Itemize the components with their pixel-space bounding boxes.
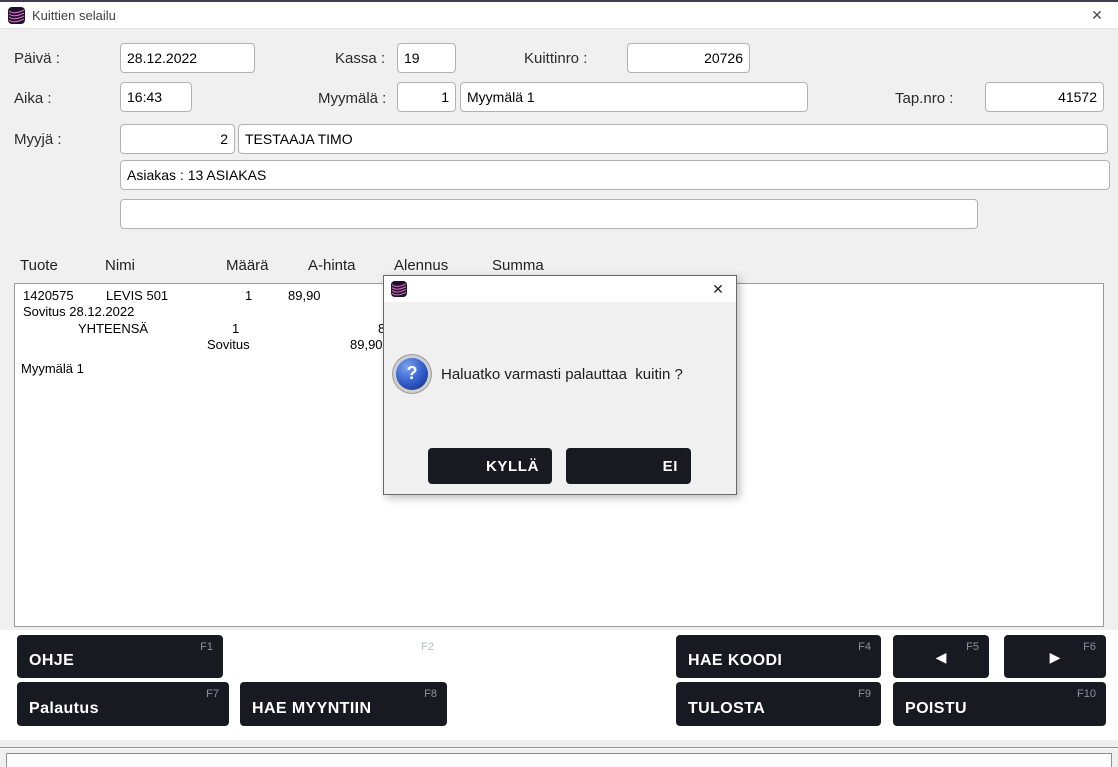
aika-input[interactable] <box>120 82 192 112</box>
fkey-f6: F6 <box>1083 641 1096 653</box>
palautus-button[interactable]: Palautus F7 <box>17 682 229 726</box>
col-header-alennus: Alennus <box>394 257 448 274</box>
myyja-label: Myyjä : <box>14 131 62 148</box>
fkey-f10: F10 <box>1077 688 1096 700</box>
prev-receipt-button[interactable]: ◀ F5 <box>893 635 989 678</box>
poistu-button[interactable]: POISTU F10 <box>893 682 1106 726</box>
title-bar: Kuittien selailu ✕ <box>0 2 1118 29</box>
dialog-close-icon[interactable]: ✕ <box>708 279 728 299</box>
ohje-button[interactable]: OHJE F1 <box>17 635 223 678</box>
fkey-f9: F9 <box>858 688 871 700</box>
extra-input[interactable] <box>120 199 978 229</box>
cell-store-name: Myymälä 1 <box>21 361 84 376</box>
fkey-f8: F8 <box>424 688 437 700</box>
cell-product-code: 1420575 <box>23 288 74 303</box>
yes-button[interactable]: KYLLÄ <box>428 448 552 484</box>
kuittinro-input[interactable] <box>627 43 750 73</box>
confirm-return-dialog: ✕ ? Haluatko varmasti palauttaa kuitin ?… <box>383 275 737 495</box>
cell-sovitus-amount: 89,90 <box>350 337 383 352</box>
myymala-name-input[interactable] <box>460 82 808 112</box>
dialog-app-logo-icon <box>391 281 407 297</box>
cell-sovitus-date: Sovitus 28.12.2022 <box>23 304 134 319</box>
col-header-nimi: Nimi <box>105 257 135 274</box>
paiva-input[interactable] <box>120 43 255 73</box>
tapnro-label: Tap.nro : <box>895 90 953 107</box>
next-receipt-button[interactable]: ▶ F6 <box>1004 635 1106 678</box>
aika-label: Aika : <box>14 90 52 107</box>
hae-koodi-button[interactable]: HAE KOODI F4 <box>676 635 881 678</box>
myymala-label: Myymälä : <box>318 90 386 107</box>
no-button[interactable]: EI <box>566 448 691 484</box>
fkey-f1: F1 <box>200 641 213 653</box>
app-logo-icon <box>8 7 25 24</box>
cell-total-label: YHTEENSÄ <box>78 321 148 336</box>
kassa-label: Kassa : <box>335 50 385 67</box>
dialog-message: Haluatko varmasti palauttaa kuitin ? <box>441 366 683 383</box>
fkey-f5: F5 <box>966 641 979 653</box>
cell-qty: 1 <box>245 288 252 303</box>
asiakas-input[interactable] <box>120 160 1110 190</box>
tapnro-input[interactable] <box>985 82 1104 112</box>
paiva-label: Päivä : <box>14 50 60 67</box>
col-header-ahinta: A-hinta <box>308 257 356 274</box>
myyja-name-input[interactable] <box>238 124 1108 154</box>
window-title: Kuittien selailu <box>32 8 116 23</box>
function-key-panel: OHJE F1 HAE KOODI F4 ◀ F5 ▶ F6 Palautus … <box>0 630 1118 740</box>
status-bar <box>6 753 1112 767</box>
tulosta-button[interactable]: TULOSTA F9 <box>676 682 881 726</box>
dialog-title-bar: ✕ <box>384 276 736 302</box>
fkey-f4: F4 <box>858 641 871 653</box>
kassa-input[interactable] <box>397 43 456 73</box>
receipt-browser-window: Kuittien selailu ✕ Päivä : Kassa : Kuitt… <box>0 0 1118 767</box>
cell-unit-price: 89,90 <box>288 288 321 303</box>
col-header-tuote: Tuote <box>20 257 58 274</box>
cell-total-qty: 1 <box>232 321 239 336</box>
fkey-f2: F2 <box>421 641 434 653</box>
col-header-summa: Summa <box>492 257 544 274</box>
bottom-separator <box>0 747 1118 749</box>
hae-myyntiin-button[interactable]: HAE MYYNTIIN F8 <box>240 682 447 726</box>
col-header-maara: Määrä <box>226 257 269 274</box>
question-icon: ? <box>396 358 428 390</box>
window-close-icon[interactable]: ✕ <box>1086 6 1108 25</box>
cell-sovitus-label: Sovitus <box>207 337 250 352</box>
fkey-f7: F7 <box>206 688 219 700</box>
cell-product-name: LEVIS 501 <box>106 288 168 303</box>
myyja-number-input[interactable] <box>120 124 235 154</box>
myymala-number-input[interactable] <box>397 82 456 112</box>
kuittinro-label: Kuittinro : <box>524 50 587 67</box>
